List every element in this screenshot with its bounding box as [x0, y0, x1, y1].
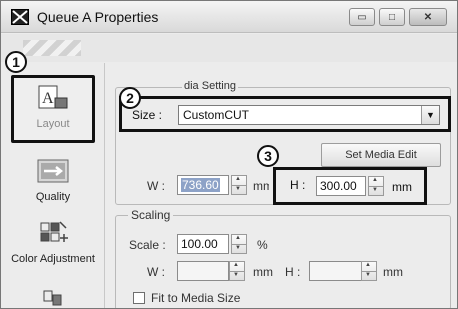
scaling-height-field[interactable]: [309, 261, 363, 281]
set-media-edit-button[interactable]: Set Media Edit: [321, 143, 441, 167]
layout-icon: A: [38, 85, 68, 109]
scale-value: 100.00: [181, 237, 218, 251]
sidebar: A Layout Quality Color Adjustment 1: [1, 51, 105, 308]
sidebar-item-more[interactable]: [11, 287, 95, 308]
width-value: 736.60: [181, 178, 220, 192]
width-label: W :: [147, 179, 165, 193]
height-unit: mm: [392, 180, 412, 194]
sidebar-item-label: Quality: [35, 191, 71, 203]
width-field[interactable]: 736.60: [177, 175, 229, 195]
height-label: H :: [290, 178, 306, 192]
fit-to-media-checkbox[interactable]: [133, 292, 145, 304]
scaling-width-field[interactable]: [177, 261, 229, 281]
size-highlight: Size : CustomCUT ▼: [119, 96, 451, 132]
header-logo: [23, 40, 81, 56]
scaling-width-stepper[interactable]: [229, 261, 245, 281]
svg-text:A: A: [42, 90, 54, 107]
size-select[interactable]: CustomCUT ▼: [178, 105, 440, 125]
header-strip: [1, 34, 457, 62]
size-label: Size :: [132, 108, 163, 122]
sidebar-item-label: Layout: [36, 118, 70, 130]
size-value: CustomCUT: [183, 108, 250, 122]
color-adjustment-icon: [40, 221, 68, 242]
callout-1: 1: [5, 51, 27, 73]
height-field[interactable]: 300.00: [316, 176, 366, 196]
callout-3: 3: [257, 145, 279, 167]
scale-unit: %: [257, 238, 268, 252]
height-highlight: H : 300.00 mm: [273, 167, 427, 205]
properties-window: Queue A Properties ▭ □ ✕ A Layout Qualit…: [0, 0, 458, 309]
scale-stepper[interactable]: [231, 234, 247, 254]
scaling-height-unit: mm: [383, 265, 403, 279]
close-button[interactable]: ✕: [409, 8, 447, 26]
width-stepper[interactable]: [231, 175, 247, 195]
scaling-height-label: H :: [285, 265, 301, 279]
sidebar-item-color-adjustment[interactable]: Color Adjustment: [11, 219, 95, 266]
scaling-height-stepper[interactable]: [361, 261, 377, 281]
scaling-width-unit: mm: [253, 265, 273, 279]
height-value: 300.00: [320, 179, 357, 193]
scaling-legend: Scaling: [128, 208, 174, 222]
quality-icon: [37, 159, 69, 183]
height-stepper[interactable]: [368, 176, 384, 196]
scale-field[interactable]: 100.00: [177, 234, 229, 254]
scale-label: Scale :: [129, 238, 166, 252]
minimize-button[interactable]: ▭: [349, 8, 375, 26]
media-setting-legend: dia Setting: [182, 80, 238, 92]
scaling-width-label: W :: [147, 265, 165, 279]
fit-to-media-label: Fit to Media Size: [151, 291, 241, 305]
more-icon: [43, 290, 62, 306]
window-title: Queue A Properties: [37, 9, 159, 25]
window-controls: ▭ □ ✕: [349, 8, 447, 26]
sidebar-item-quality[interactable]: Quality: [11, 157, 95, 204]
width-unit: mm: [253, 179, 269, 193]
chevron-down-icon[interactable]: ▼: [421, 106, 439, 124]
title-bar: Queue A Properties ▭ □ ✕: [1, 1, 457, 33]
app-icon: [11, 9, 29, 25]
layout-panel: dia Setting Set Media Edit Size : Custom…: [107, 63, 457, 308]
maximize-button[interactable]: □: [379, 8, 405, 26]
sidebar-item-layout[interactable]: A Layout: [11, 75, 95, 143]
sidebar-item-label: Color Adjustment: [11, 253, 95, 265]
callout-2: 2: [119, 87, 141, 109]
